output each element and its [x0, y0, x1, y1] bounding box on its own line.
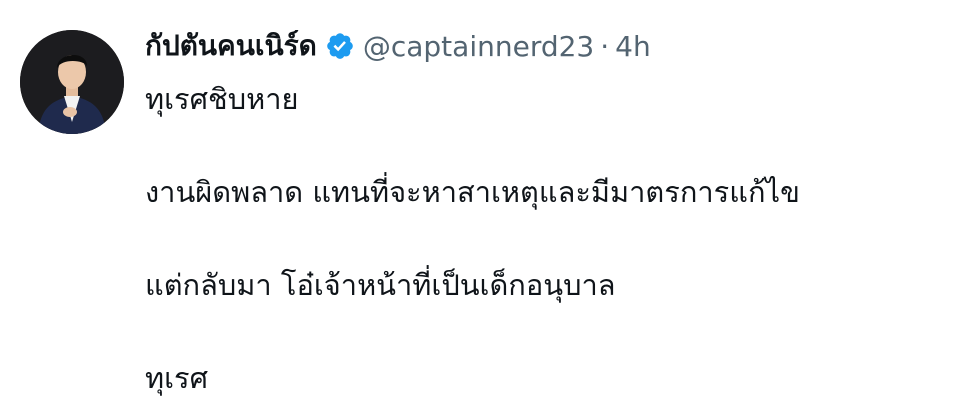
- display-name[interactable]: กัปตันคนเนิร์ด: [145, 24, 317, 68]
- timestamp[interactable]: 4h: [615, 30, 651, 63]
- avatar[interactable]: [20, 30, 124, 134]
- tweet-text-line: ทุเรศ: [145, 361, 209, 395]
- tweet-text-line: งานผิดพลาด แทนที่จะหาสาเหตุและมีมาตรการแ…: [145, 175, 800, 209]
- separator-dot: ·: [600, 29, 610, 63]
- handle[interactable]: @captainnerd23: [363, 30, 594, 63]
- avatar-photo: [20, 30, 124, 134]
- verified-badge-icon: [325, 31, 355, 61]
- tweet-header: กัปตันคนเนิร์ด @captainnerd23 · 4h: [145, 26, 651, 66]
- tweet-text-line: ทุเรศชิบหาย: [145, 82, 299, 116]
- tweet[interactable]: กัปตันคนเนิร์ด @captainnerd23 · 4h ทุเรศ…: [0, 0, 962, 413]
- tweet-text-line: แต่กลับมา โอ๋เจ้าหน้าที่เป็นเด็กอนุบาล: [145, 268, 616, 302]
